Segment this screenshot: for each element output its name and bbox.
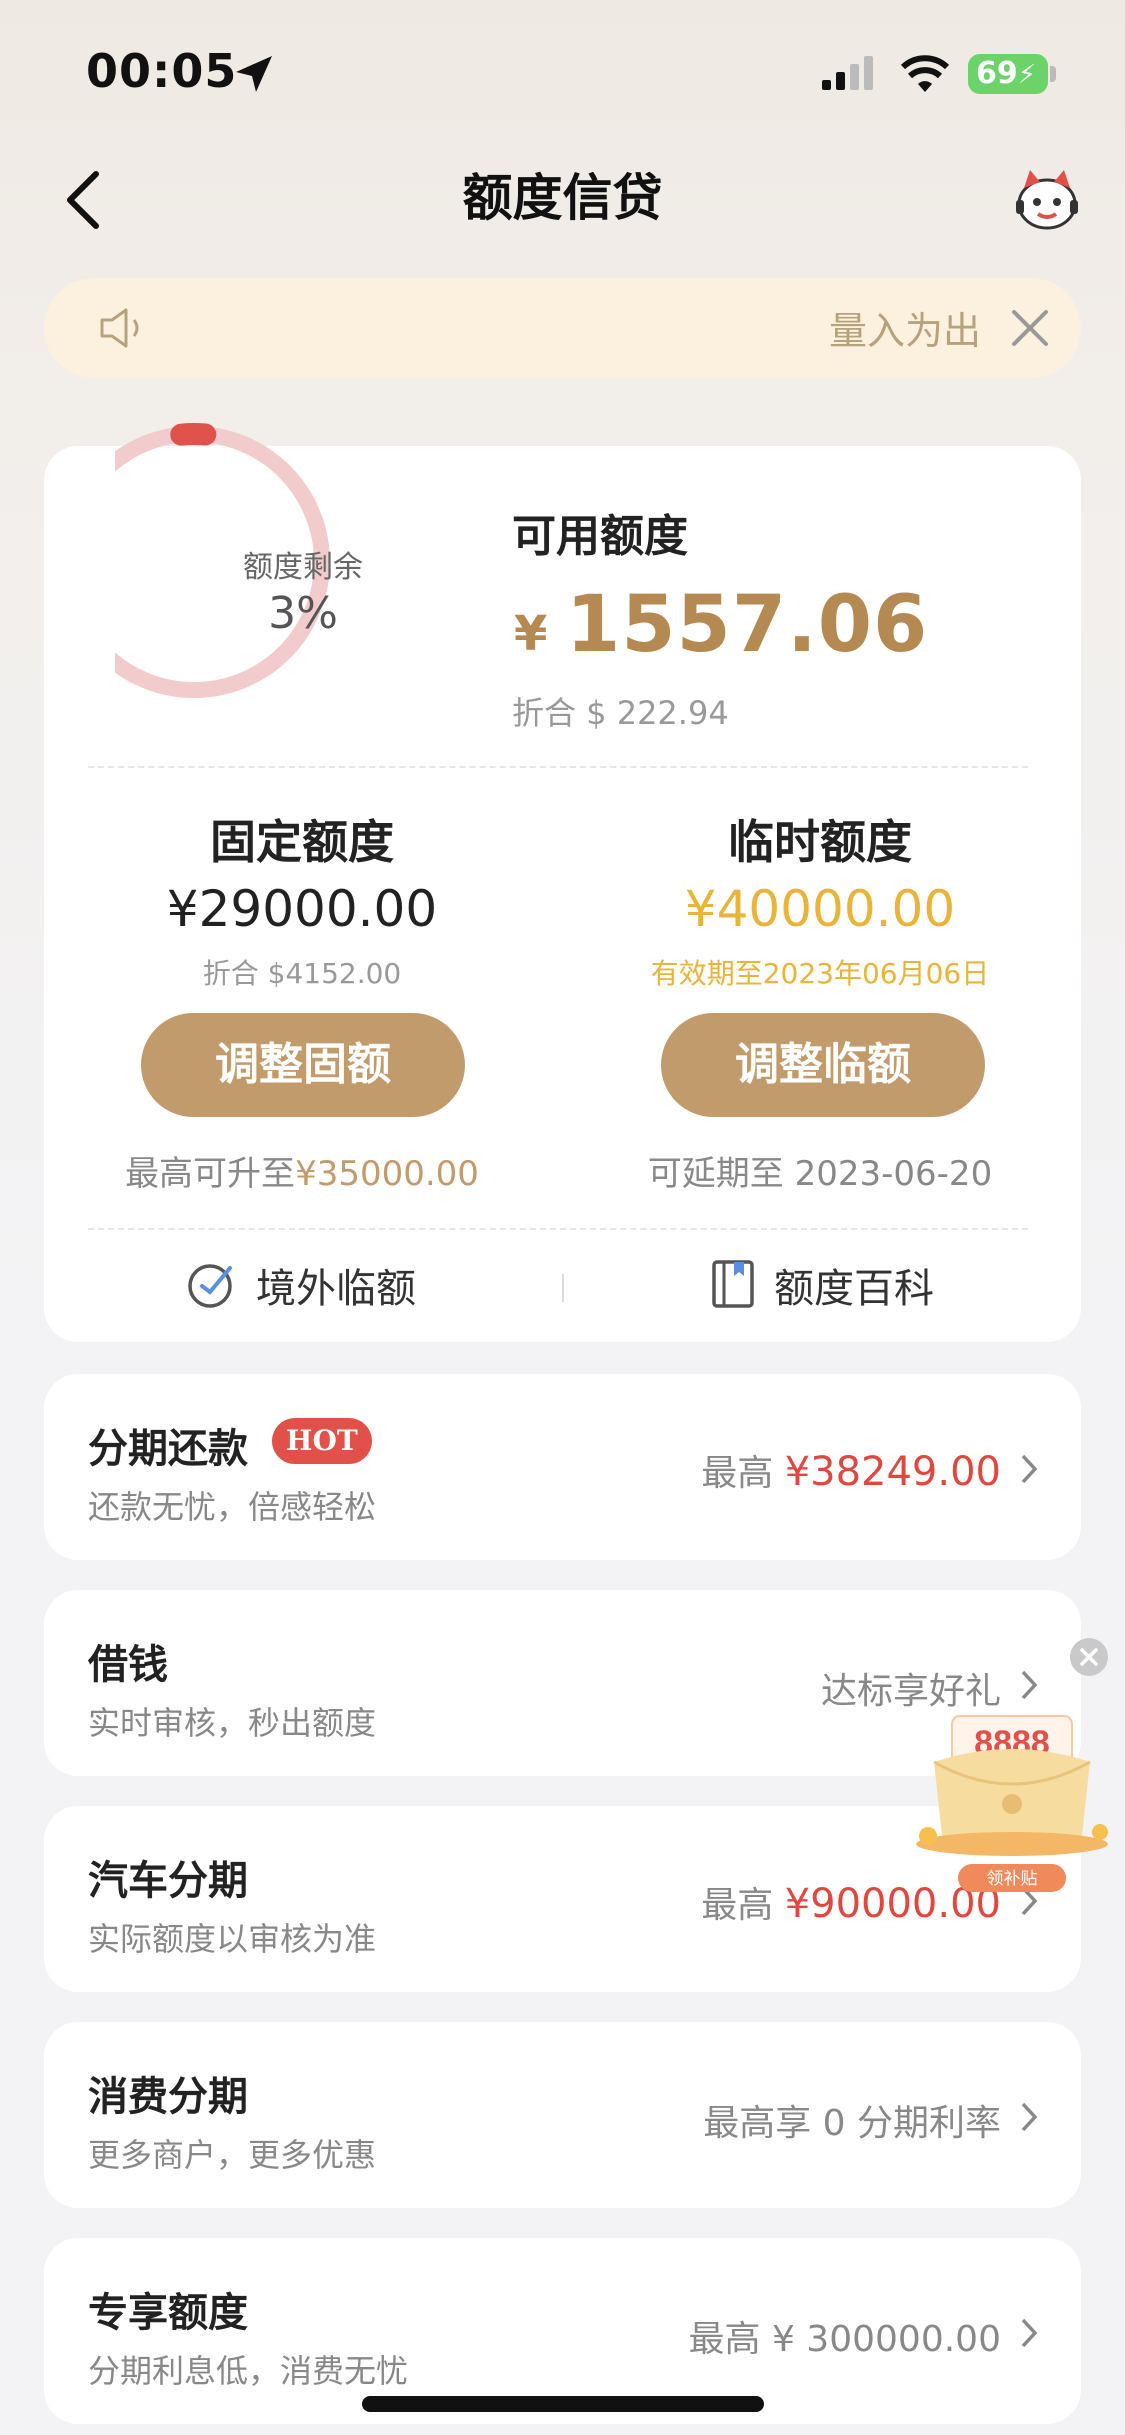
row-title: 借钱	[88, 1642, 168, 1688]
wifi-icon	[900, 55, 950, 92]
row-title: 汽车分期	[88, 1858, 248, 1904]
fixed-max-prefix: 最高可升至	[125, 1154, 296, 1194]
adjust-fixed-button[interactable]: 调整固额	[141, 1013, 465, 1117]
temp-limit-validity: 有效期至2023年06月06日	[650, 957, 990, 990]
ring-progress-arc	[170, 423, 217, 446]
home-indicator[interactable]	[362, 2396, 764, 2412]
location-arrow-icon	[236, 56, 272, 92]
row-title: 专享额度	[88, 2290, 248, 2336]
ring-percent: 3%	[268, 588, 338, 639]
promo-close-button[interactable]	[1070, 1638, 1108, 1676]
page-title: 额度信贷	[462, 169, 663, 227]
overseas-temp-link[interactable]: 境外临额	[256, 1256, 416, 1314]
temp-limit-amount: ¥40000.00	[684, 880, 956, 938]
ring-label: 额度剩余	[243, 550, 363, 585]
mascot-service-icon[interactable]	[1012, 164, 1082, 234]
row-subtitle: 实时审核，秒出额度	[88, 1704, 377, 1742]
available-currency: ¥	[514, 606, 548, 662]
list-item-installment-repay[interactable]: 分期还款 HOT 还款无忧，倍感轻松 最高 ¥38249.00	[44, 1374, 1081, 1560]
row-subtitle: 分期利息低，消费无忧	[88, 2352, 409, 2390]
available-usd: 折合 $ 222.94	[512, 694, 729, 732]
book-icon[interactable]	[708, 1258, 760, 1310]
row-subtitle: 还款无忧，倍感轻松	[88, 1488, 377, 1526]
overseas-globe-icon[interactable]	[186, 1258, 238, 1310]
chevron-right-icon	[1021, 2102, 1038, 2132]
row-right-value: 最高 ¥38249.00	[701, 1444, 1001, 1496]
chevron-right-icon	[1021, 1454, 1038, 1484]
row-right-prefix: 最高	[701, 1885, 785, 1926]
row-right-text: 最高 ¥ 300000.00	[688, 2319, 1001, 2360]
fixed-limit-usd: 折合 $4152.00	[202, 957, 402, 990]
close-icon[interactable]	[1008, 306, 1052, 350]
available-amount: 1557.06	[566, 580, 929, 670]
battery-indicator: 69⚡	[968, 54, 1048, 94]
fixed-limit-max: 最高可升至¥35000.00	[42, 1146, 562, 1195]
fixed-max-value: ¥35000.00	[295, 1154, 479, 1194]
promo-label: 领补贴	[987, 1869, 1038, 1888]
battery-level: 69	[976, 56, 1018, 91]
hot-badge: HOT	[272, 1418, 372, 1464]
row-right-amount: ¥38249.00	[784, 1449, 1001, 1495]
speaker-icon	[100, 308, 139, 348]
available-label: 可用额度	[512, 511, 688, 562]
row-subtitle: 实际额度以审核为准	[88, 1920, 377, 1958]
notice-text[interactable]: 量入为出	[829, 300, 984, 355]
chevron-right-icon	[1021, 2318, 1038, 2348]
close-icon	[1080, 1648, 1098, 1666]
credit-wiki-link[interactable]: 额度百科	[774, 1256, 934, 1314]
temp-limit-title: 临时额度	[728, 815, 912, 869]
row-title: 消费分期	[88, 2074, 248, 2120]
list-item-consumer-installment[interactable]: 消费分期 更多商户，更多优惠 最高享 0 分期利率	[44, 2022, 1081, 2208]
divider	[88, 1228, 1028, 1230]
divider	[88, 766, 1028, 768]
temp-limit-extend: 可延期至 2023-06-20	[647, 1154, 993, 1194]
link-separator	[562, 1274, 564, 1302]
adjust-temp-button[interactable]: 调整临额	[661, 1013, 985, 1117]
status-time: 00:05	[86, 44, 238, 98]
notice-bar: 量入为出	[44, 278, 1081, 378]
row-subtitle: 更多商户，更多优惠	[88, 2136, 377, 2174]
row-title: 分期还款	[88, 1426, 248, 1472]
battery-cap	[1050, 66, 1056, 82]
cellular-signal-icon	[822, 56, 873, 90]
status-bar: 00:05 69⚡	[0, 0, 1125, 150]
row-right-text: 最高享 0 分期利率	[703, 2103, 1001, 2144]
fixed-limit-title: 固定额度	[210, 815, 394, 869]
row-right-prefix: 最高	[701, 1453, 785, 1494]
fixed-limit-amount: ¥29000.00	[166, 880, 438, 938]
